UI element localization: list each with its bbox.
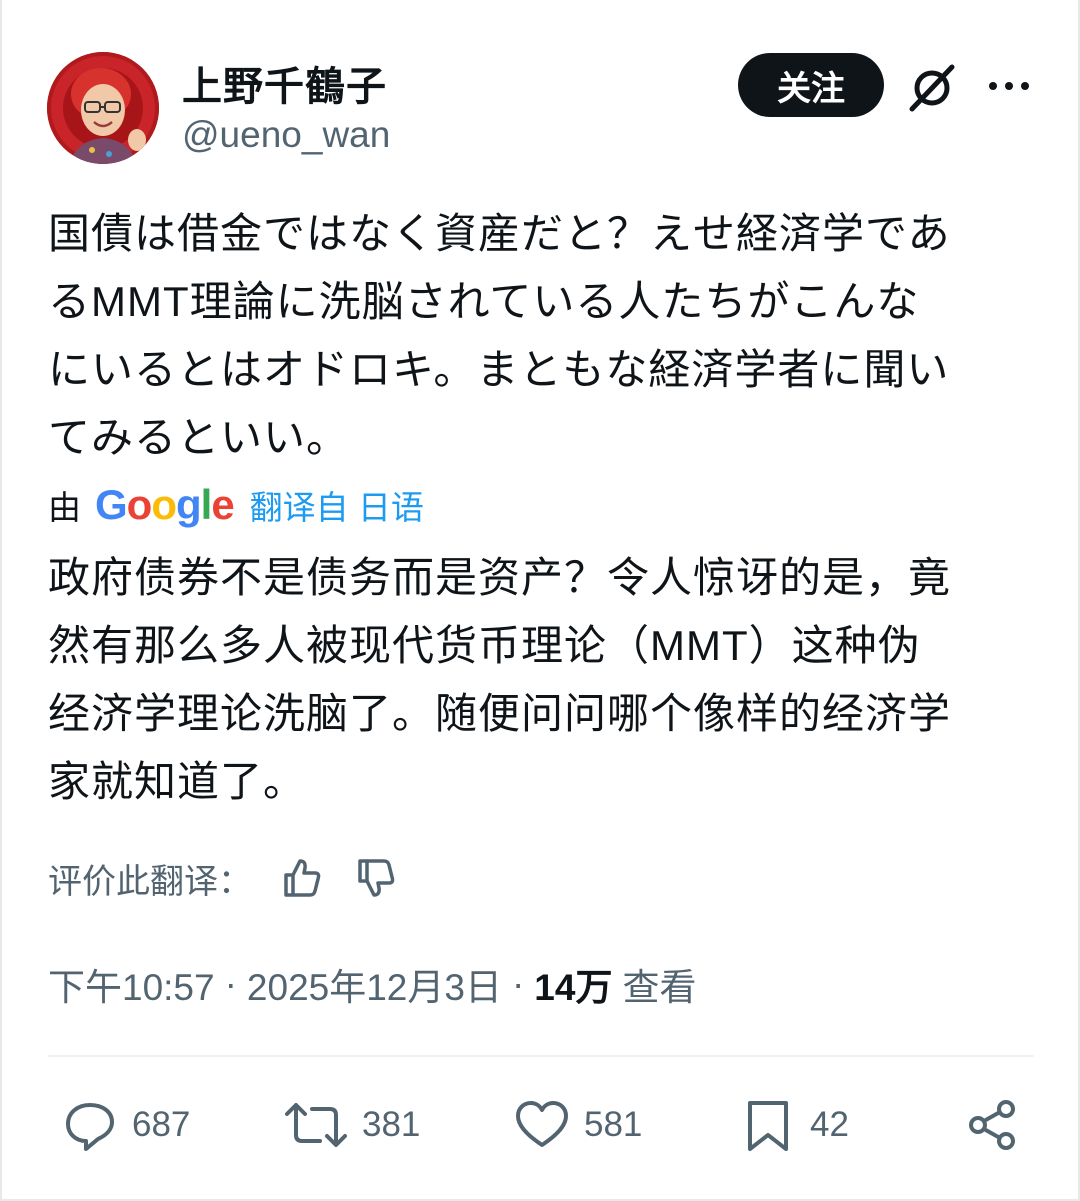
bookmark-icon [748, 1101, 788, 1151]
tweet-meta: 下午10:57 · 2025年12月3日 · 14万 查看 [48, 958, 696, 1010]
thumbs-up-icon[interactable] [280, 856, 324, 900]
reply-count: 687 [132, 1105, 191, 1144]
like-icon [516, 1101, 568, 1147]
avatar-image [47, 52, 159, 164]
repost-count: 381 [362, 1105, 421, 1144]
translated-from-link[interactable]: 翻译自 日语 [250, 481, 424, 529]
google-logo: Google [95, 481, 235, 528]
translation-prefix: 由 [48, 489, 81, 526]
follow-button[interactable]: 关注 [738, 53, 884, 117]
views-count[interactable]: 14万 [534, 957, 612, 1011]
rate-translation-row: 评价此翻译： [48, 848, 428, 908]
repost-icon [285, 1103, 347, 1147]
share-icon [969, 1100, 1015, 1150]
like-button[interactable]: 581 [514, 1090, 642, 1160]
handle[interactable]: @ueno_wan [182, 114, 390, 156]
tweet-time[interactable]: 下午10:57 [48, 957, 215, 1011]
avatar[interactable] [47, 52, 159, 164]
reply-icon [66, 1103, 114, 1151]
display-name[interactable]: 上野千鶴子 [182, 54, 387, 112]
like-count: 581 [584, 1105, 643, 1144]
action-bar: 687 381 581 42 [0, 1090, 1080, 1160]
translated-text: 政府债券不是债务而是资产？令人惊讶的是，竟 然有那么多人被现代货币理论（MMT）… [48, 554, 952, 805]
repost-button[interactable]: 381 [284, 1090, 420, 1160]
rate-translation-label: 评价此翻译： [48, 862, 252, 901]
reply-button[interactable]: 687 [62, 1090, 190, 1160]
meta-separator: · [224, 963, 237, 1004]
meta-separator: · [511, 963, 525, 1004]
more-icon[interactable] [986, 66, 1032, 106]
bookmark-count: 42 [810, 1105, 849, 1144]
tweet-date[interactable]: 2025年12月3日 [247, 957, 502, 1011]
divider [48, 1055, 1034, 1057]
translation-attribution: 由 Google 翻译自 日语 [48, 480, 424, 530]
thumbs-down-icon[interactable] [354, 856, 398, 900]
grok-icon[interactable] [904, 60, 960, 116]
views-label[interactable]: 查看 [622, 957, 696, 1011]
tweet-text: 国債は借金ではなく資産だと？えせ経済学であ るMMT理論に洗脳されている人たちが… [48, 210, 951, 461]
bookmark-button[interactable]: 42 [740, 1090, 849, 1160]
share-button[interactable] [964, 1090, 1020, 1160]
